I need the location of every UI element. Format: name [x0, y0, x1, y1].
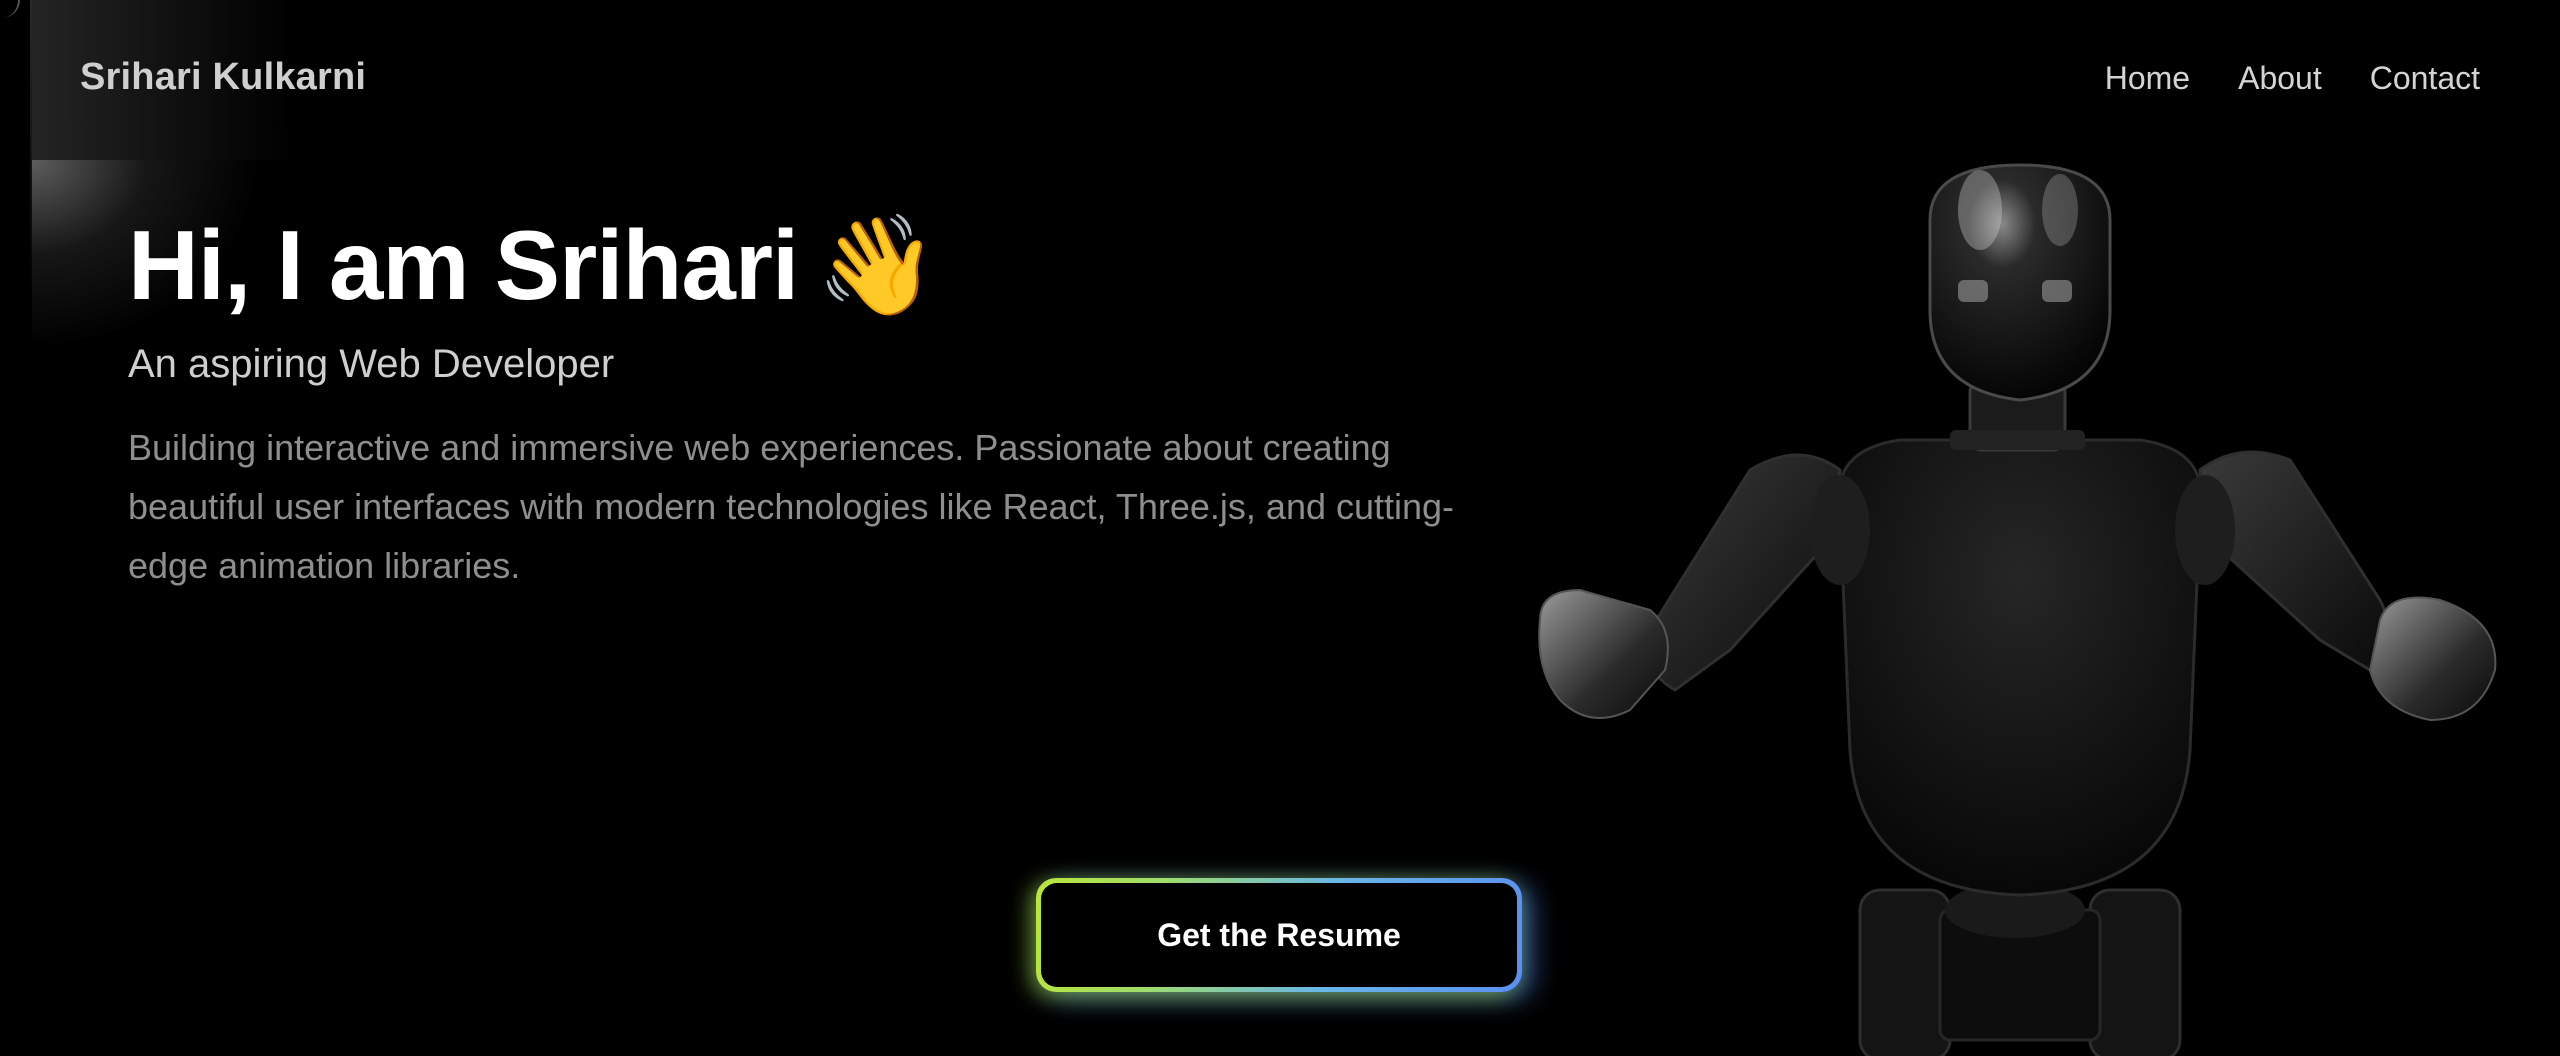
- get-resume-button[interactable]: Get the Resume: [1041, 883, 1517, 987]
- robot-illustration: [1538, 163, 2497, 1056]
- hero-title-text: Hi, I am Srihari: [128, 210, 799, 320]
- main-nav: Home About Contact: [2105, 60, 2480, 97]
- hero-page: Srihari Kulkarni Home About Contact Hi, …: [0, 0, 2560, 1056]
- hero-title: Hi, I am Srihari 👋: [128, 208, 938, 323]
- waving-hand-icon: 👋: [816, 210, 938, 320]
- corner-decoration: [0, 0, 20, 18]
- hero-subtitle: An aspiring Web Developer: [128, 342, 615, 386]
- brand-name[interactable]: Srihari Kulkarni: [80, 56, 366, 99]
- nav-home-link[interactable]: Home: [2105, 60, 2190, 97]
- nav-about-link[interactable]: About: [2238, 60, 2322, 97]
- hero-description: Building interactive and immersive web e…: [128, 427, 1455, 586]
- nav-contact-link[interactable]: Contact: [2370, 60, 2480, 97]
- resume-button-border: Get the Resume: [1036, 878, 1522, 992]
